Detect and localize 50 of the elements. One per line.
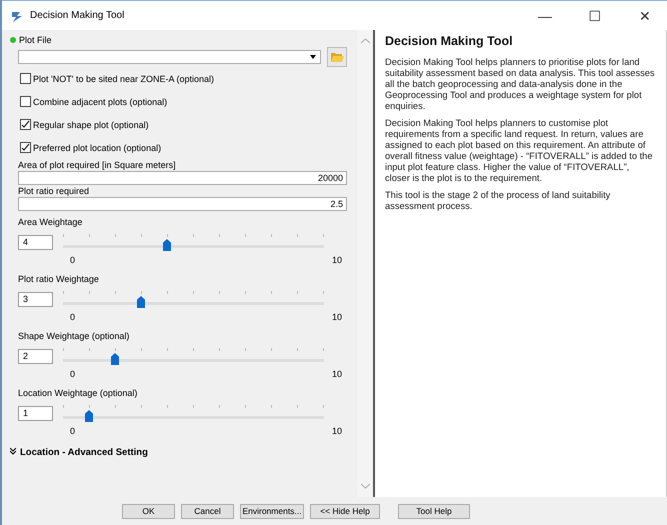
dialog-button[interactable]: Environments... (240, 504, 304, 518)
field-label: Plot File (19, 35, 52, 45)
slider-thumb[interactable] (85, 410, 93, 422)
window-title: Decision Making Tool (30, 10, 126, 21)
field-label: Area Weightage (17, 217, 84, 229)
max-label: 10 (332, 312, 342, 324)
checkbox-label: Plot 'NOT' to be sited near ZONE-A (optional) (33, 74, 214, 84)
max-label: 10 (332, 426, 342, 438)
max-label: 10 (332, 255, 342, 267)
field-label: Location Weightage (optional) (17, 388, 138, 400)
checkbox[interactable] (20, 96, 31, 107)
slider-thumb[interactable] (111, 353, 119, 365)
slider-thumb[interactable] (137, 296, 145, 308)
min-label: 0 (70, 312, 76, 324)
dialog-button[interactable]: OK (122, 504, 175, 518)
value-field[interactable]: 4 (18, 234, 53, 250)
field-label: Plot ratio Weightage (17, 274, 100, 286)
help-text: Decision Making Tool helps planners to customise plot requirements from a specific land request. In return, values are assigned to each plot based on this requirement. An attribute of overall fitness value (weightage) - “FITOVERALL” is added to the input plot feature class. Higher the value of “FITOVERALL”, closer is the plot is to the requirement. (385, 118, 654, 184)
dropdown-arrow-icon[interactable] (309, 53, 317, 61)
maximize-button[interactable]: ☐ (573, 8, 617, 24)
min-label: 0 (70, 426, 76, 438)
checkbox-label: Combine adjacent plots (optional) (33, 96, 168, 106)
field-label: Area of plot required [in Square meters] (17, 159, 177, 171)
close-button[interactable]: ✕ (623, 8, 667, 24)
value-field[interactable]: 3 (18, 292, 53, 306)
text-field[interactable]: 20000 (18, 171, 347, 185)
max-label: 10 (332, 369, 342, 381)
text-field[interactable]: 2.5 (18, 197, 347, 211)
value-field[interactable]: 2 (18, 348, 53, 364)
help-title: Decision Making Tool (385, 36, 514, 47)
checkbox-label: Preferred plot location (optional) (33, 142, 162, 152)
slider-thumb[interactable] (163, 239, 171, 251)
field-label: Plot ratio required (17, 185, 90, 197)
tool-help-button[interactable]: Tool Help (398, 504, 470, 518)
checkbox[interactable] (20, 119, 31, 130)
help-text: This tool is the stage 2 of the process of land suitability assessment process. (385, 190, 612, 212)
help-text: Decision Making Tool helps planners to prioritise plots for land suitability assessment based on data analysis. This tool assesses all the batch geoprocessing and data-analysis done in the Geoprocessing Tool and produces a weightage system for plot enquiries. (385, 57, 656, 112)
section-title: Location - Advanced Setting (20, 447, 148, 458)
checkbox[interactable] (20, 142, 31, 153)
min-label: 0 (70, 369, 76, 381)
value-field[interactable]: 1 (18, 406, 53, 420)
checkbox[interactable] (20, 73, 31, 84)
min-label: 0 (70, 255, 76, 267)
chevron-icon (10, 448, 16, 457)
minimize-button[interactable]: — (523, 8, 567, 24)
checkbox-label: Regular shape plot (optional) (33, 120, 149, 130)
section-header[interactable]: Location - Advanced Setting (10, 447, 347, 458)
field-label: Shape Weightage (optional) (17, 331, 130, 343)
dialog-button[interactable]: << Hide Help (310, 504, 380, 518)
dialog-button[interactable]: Cancel (181, 504, 234, 518)
